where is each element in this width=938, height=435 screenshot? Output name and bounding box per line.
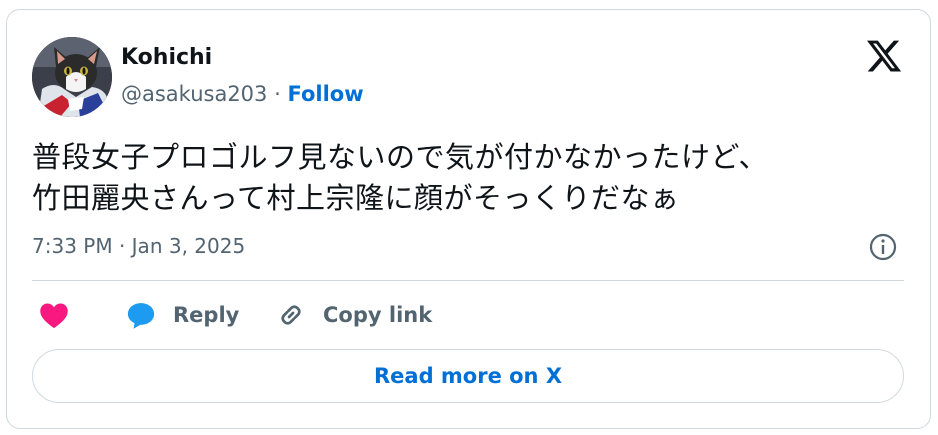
copy-link-label: Copy link	[323, 303, 433, 327]
reply-label: Reply	[173, 303, 240, 327]
author-handle-row: @asakusa203 · Follow	[121, 79, 364, 109]
author-handle[interactable]: @asakusa203	[121, 82, 267, 106]
divider	[32, 280, 904, 281]
tweet-timestamp[interactable]: 7:33 PM · Jan 3, 2025	[32, 231, 245, 261]
like-button[interactable]	[39, 297, 69, 333]
read-more-label: Read more on X	[373, 364, 563, 388]
cat-avatar-image	[32, 37, 112, 117]
x-logo-icon[interactable]	[865, 37, 903, 75]
heart-icon	[40, 303, 68, 329]
info-icon[interactable]	[868, 232, 898, 262]
reply-bubble-icon	[127, 303, 155, 329]
avatar[interactable]	[32, 37, 112, 117]
link-icon	[281, 305, 301, 325]
read-more-button[interactable]: Read more on X	[32, 349, 904, 403]
embedded-tweet-card: Kohichi @asakusa203 · Follow 普段女子プロゴルフ見な…	[6, 9, 931, 429]
tweet-text: 普段女子プロゴルフ見ないので気が付かなかったけど、 竹田麗央さんって村上宗隆に顔…	[32, 140, 769, 215]
handle-separator: ·	[274, 82, 281, 106]
copy-link-button[interactable]: Copy link	[275, 297, 432, 333]
reply-button[interactable]: Reply	[125, 297, 239, 333]
author-name[interactable]: Kohichi	[121, 43, 212, 73]
follow-link[interactable]: Follow	[287, 82, 363, 106]
